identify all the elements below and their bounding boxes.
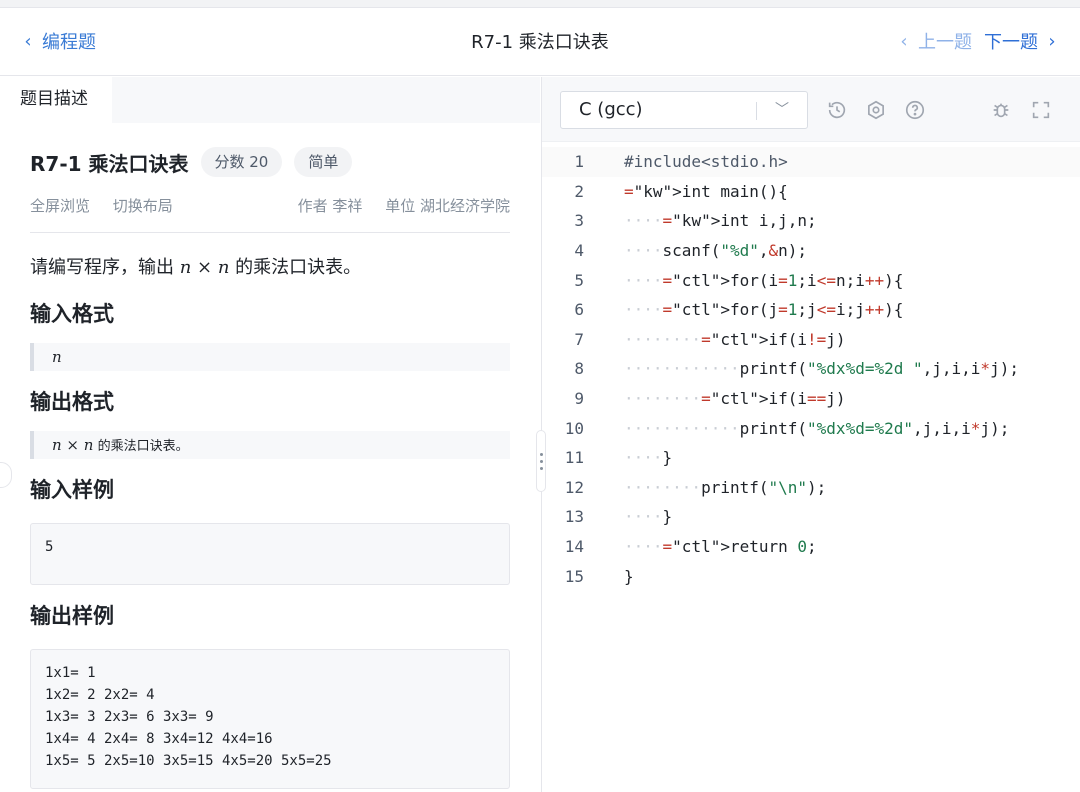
line-number: 12 [564,477,584,497]
fullscreen-link[interactable]: 全屏浏览 [30,197,90,215]
code-text: ····="ctl">for(i=1;i<=n;i++){ [624,270,904,290]
problem-content: R7-1 乘法口诀表 分数 20 简单 全屏浏览 切换布局 作者 李祥 单位 湖… [0,147,540,789]
line-number: 10 [564,418,584,438]
code-text: ········="ctl">if(i!=j) [624,329,846,349]
code-text: ="kw">int main(){ [624,181,788,201]
input-format-math: n [52,348,62,366]
output-format-heading: 输出格式 [30,390,114,414]
code-editor[interactable]: 1 #include<stdio.h> 2 ="kw">int main(){ 3 ···… [542,147,1080,591]
output-format-block: n × n 的乘法口诀表。 [30,431,510,459]
line-number: 15 [564,566,584,586]
chevron-left-icon: ‹ [900,30,908,52]
score-badge: 分数 20 [200,147,283,177]
code-line[interactable]: 3 ····="kw">int i,j,n; [542,206,1080,236]
unit-label: 单位 湖北经济学院 [385,197,510,215]
code-text: ····} [624,507,673,527]
code-text: ····scanf("%d",&n); [624,241,808,261]
top-strip [0,0,1080,8]
next-label: 下一题 [984,32,1038,53]
output-format-math: n × n [52,436,94,454]
code-text: ····="ctl">return 0; [624,537,817,557]
input-sample-block: 5 [30,523,510,585]
chevron-down-icon: ﹀ [775,102,789,118]
code-text: ········printf("\n"); [624,477,827,497]
line-number: 6 [574,300,584,320]
code-line[interactable]: 14 ····="ctl">return 0; [542,532,1080,562]
line-number: 4 [574,241,584,261]
page-header: ‹ 编程题 R7-1 乘法口诀表 ‹ 上一题 下一题 › [0,8,1080,76]
line-number: 2 [574,181,584,201]
code-text: ····} [624,448,673,468]
prev-problem-button[interactable]: ‹ 上一题 [898,28,972,54]
code-text: ····="kw">int i,j,n; [624,211,817,231]
problem-title: R7-1 乘法口诀表 [30,151,189,176]
code-line[interactable]: 6 ····="ctl">for(j=1;j<=i;j++){ [542,295,1080,325]
language-value: C (gcc) [579,99,643,120]
line-number: 3 [574,211,584,231]
problem-description: 请编写程序，输出 n × n 的乘法口诀表。 [30,255,510,281]
code-text: ········="ctl">if(i==j) [624,389,846,409]
code-line[interactable]: 8 ············printf("%dx%d=%2d ",j,i,i*j… [542,354,1080,384]
prev-label: 上一题 [918,32,972,53]
code-text: #include<stdio.h> [624,152,788,172]
description-text-end: 的乘法口诀表。 [229,257,362,278]
history-icon[interactable] [824,97,850,123]
output-sample-heading: 输出样例 [30,604,114,628]
line-number: 14 [564,537,584,557]
fullscreen-icon[interactable] [1028,97,1054,123]
description-math: n × n [179,257,230,278]
input-format-heading: 输入格式 [30,302,114,326]
code-text: ············printf("%dx%d=%2d",j,i,i*j); [624,418,1010,438]
description-text: 请编写程序，输出 [30,257,180,278]
line-number: 7 [574,329,584,349]
line-number: 5 [574,270,584,290]
input-sample-heading: 输入样例 [30,478,114,502]
problem-panel: 题目描述 R7-1 乘法口诀表 分数 20 简单 全屏浏览 切换布局 作者 李祥… [0,77,540,792]
code-text: } [624,566,634,586]
code-line[interactable]: 11 ····} [542,443,1080,473]
code-line[interactable]: 5 ····="ctl">for(i=1;i<=n;i++){ [542,265,1080,295]
code-line[interactable]: 12 ········printf("\n"); [542,473,1080,503]
switch-layout-link[interactable]: 切换布局 [113,197,173,215]
code-line[interactable]: 15} [542,561,1080,591]
code-line[interactable]: 7 ········="ctl">if(i!=j) [542,325,1080,355]
panel-splitter[interactable] [536,430,546,492]
editor-toolbar: C (gcc) ﹀ [542,77,1080,142]
code-line[interactable]: 2 ="kw">int main(){ [542,177,1080,207]
chevron-right-icon: › [1048,30,1056,52]
code-line[interactable]: 4 ····scanf("%d",&n); [542,236,1080,266]
problem-heading: R7-1 乘法口诀表 分数 20 简单 [30,147,510,177]
help-icon[interactable] [902,97,928,123]
output-format-text: 的乘法口诀表。 [93,439,189,454]
next-problem-button[interactable]: 下一题 › [984,28,1058,54]
settings-icon[interactable] [863,97,889,123]
output-sample-block: 1x1= 1 1x2= 2 2x2= 4 1x3= 3 2x3= 6 3x3= … [30,649,510,789]
difficulty-badge: 简单 [294,147,353,177]
line-number: 13 [564,507,584,527]
tab-bar: 题目描述 [0,77,540,123]
divider [30,232,510,233]
code-text: ····="ctl">for(j=1;j<=i;j++){ [624,300,904,320]
input-format-block: n [30,343,510,371]
code-text: ············printf("%dx%d=%2d ",j,i,i*j)… [624,359,1019,379]
code-line[interactable]: 13 ····} [542,502,1080,532]
problem-meta: 全屏浏览 切换布局 作者 李祥 单位 湖北经济学院 [30,195,510,216]
debug-icon[interactable] [988,97,1014,123]
author-label: 作者 李祥 [297,197,363,215]
line-number: 8 [574,359,584,379]
line-number: 9 [574,389,584,409]
line-number: 1 [574,152,584,172]
line-number: 11 [564,448,584,468]
code-line[interactable]: 10 ············printf("%dx%d=%2d",j,i,i*j… [542,413,1080,443]
editor-panel: C (gcc) ﹀ 1 #include<stdio.h> 2 ="kw">int m… [541,77,1080,792]
language-select[interactable]: C (gcc) ﹀ [560,91,808,129]
code-line[interactable]: 1 #include<stdio.h> [542,147,1080,177]
code-line[interactable]: 9 ········="ctl">if(i==j) [542,384,1080,414]
problem-nav: ‹ 上一题 下一题 › [898,28,1058,54]
tab-description[interactable]: 题目描述 [0,77,112,123]
select-separator [756,102,757,120]
